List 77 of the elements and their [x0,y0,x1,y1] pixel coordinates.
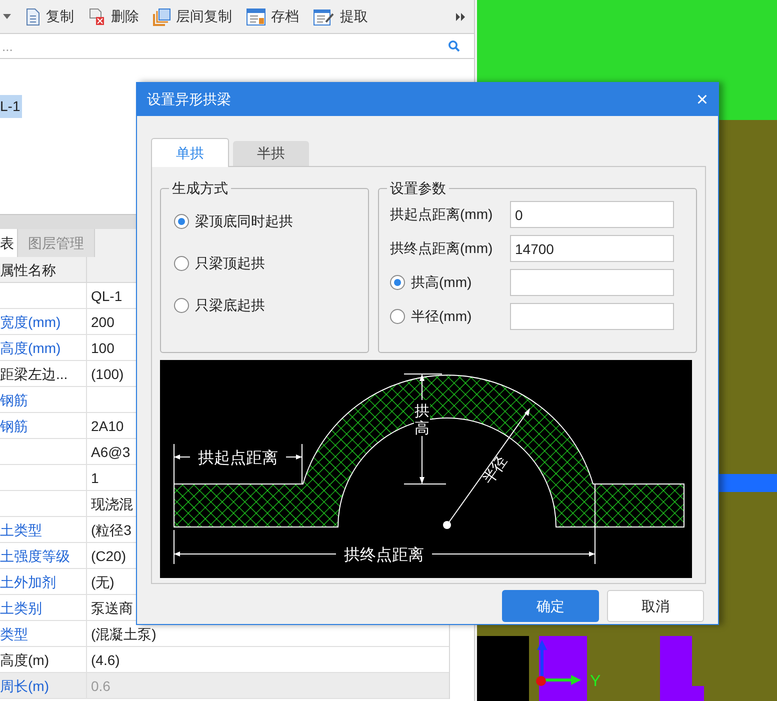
search-icon[interactable] [448,40,460,52]
toolbar-button[interactable]: 提取 [313,6,368,27]
property-value: (C20) [91,548,126,564]
field-label: 拱高(mm) [411,273,472,292]
dimension-label: 拱高 [414,403,430,437]
radio-button[interactable] [174,298,189,312]
property-value: (粒径3 [91,522,132,538]
radio-label[interactable]: 梁顶底同时起拱 [195,210,293,232]
property-name: 土类型 [0,522,42,538]
delete-icon [88,8,106,26]
toolbar-button[interactable]: 复制 [25,6,74,27]
document-icon [25,8,41,26]
dialog-tab[interactable]: 单拱 [151,138,229,167]
dimension-label: 半径 [480,453,511,488]
dropdown-caret-icon[interactable] [3,14,11,20]
property-value: (无) [91,574,114,590]
property-name: 土外加剂 [0,574,56,590]
dimension-label: 拱起点距离 [198,450,278,467]
property-value: 现浇混 [91,496,133,512]
radio-label[interactable]: 只梁顶起拱 [195,252,265,274]
toolbar-button[interactable]: 删除 [88,6,139,27]
radio-label[interactable]: 只梁底起拱 [195,294,265,316]
property-value: (100) [91,366,124,382]
window-save-icon [246,8,266,26]
input-field[interactable] [510,269,674,296]
radio-button[interactable] [174,256,189,270]
tree-item[interactable]: L-1 [0,95,22,118]
group-title: 生成方式 [169,179,231,197]
axis-icon [536,640,581,686]
radio-button[interactable] [174,214,189,228]
toolbar-button[interactable]: 层间复制 [153,6,232,27]
property-name: 距梁左边... [0,366,68,382]
field-label: 拱终点距离(mm) [390,239,493,258]
property-value: 200 [91,314,114,330]
radio-button[interactable] [390,309,406,324]
property-value: A6@3 [91,444,130,460]
property-value: 0.6 [91,678,110,694]
dialog-tab[interactable]: 半拱 [233,141,309,166]
radio-button[interactable] [390,275,406,290]
property-name: 类型 [0,626,28,642]
property-value: QL-1 [91,288,122,304]
property-name: 钢筋 [0,392,28,408]
property-value: 100 [91,340,114,356]
property-value: (混凝土泵) [91,626,156,642]
field-label: 半径(mm) [411,307,472,326]
input-field[interactable] [510,303,674,330]
form-edit-icon [313,8,335,26]
confirm-button[interactable]: 确定 [502,590,599,622]
property-name: 钢筋 [0,418,28,434]
cancel-button[interactable]: 取消 [607,590,704,622]
property-value: 2A10 [91,418,124,434]
search-field[interactable]: ... [2,34,448,58]
panel-tab[interactable]: 表 [0,229,18,257]
toolbar-button[interactable]: 存档 [246,6,299,27]
layers-icon [153,8,171,26]
group-title: 设置参数 [387,179,450,197]
input-field[interactable]: 14700 [510,235,674,262]
property-name: 土强度等级 [0,548,70,564]
input-field[interactable]: 0 [510,201,674,228]
dialog-title: 设置异形拱梁 [147,90,231,109]
field-label: 拱起点距离(mm) [390,205,493,224]
overflow-icon[interactable] [456,12,466,20]
property-name: 宽度(mm) [0,314,61,330]
close-button[interactable]: × [696,90,708,110]
axis-label: Y [590,673,601,690]
column-header: 属性名称 [0,257,87,282]
property-value: 泵送商 [91,600,133,616]
property-name: 高度(mm) [0,340,61,356]
column-block [660,636,704,701]
property-value: (4.6) [91,652,120,668]
property-name: 周长(m) [0,678,49,694]
void-region [477,636,529,701]
column-block [539,636,587,701]
property-name: 土类别 [0,600,42,616]
dimension-label: 拱终点距离 [344,547,424,564]
property-value: 1 [91,470,99,486]
property-name: 高度(m) [0,652,49,668]
